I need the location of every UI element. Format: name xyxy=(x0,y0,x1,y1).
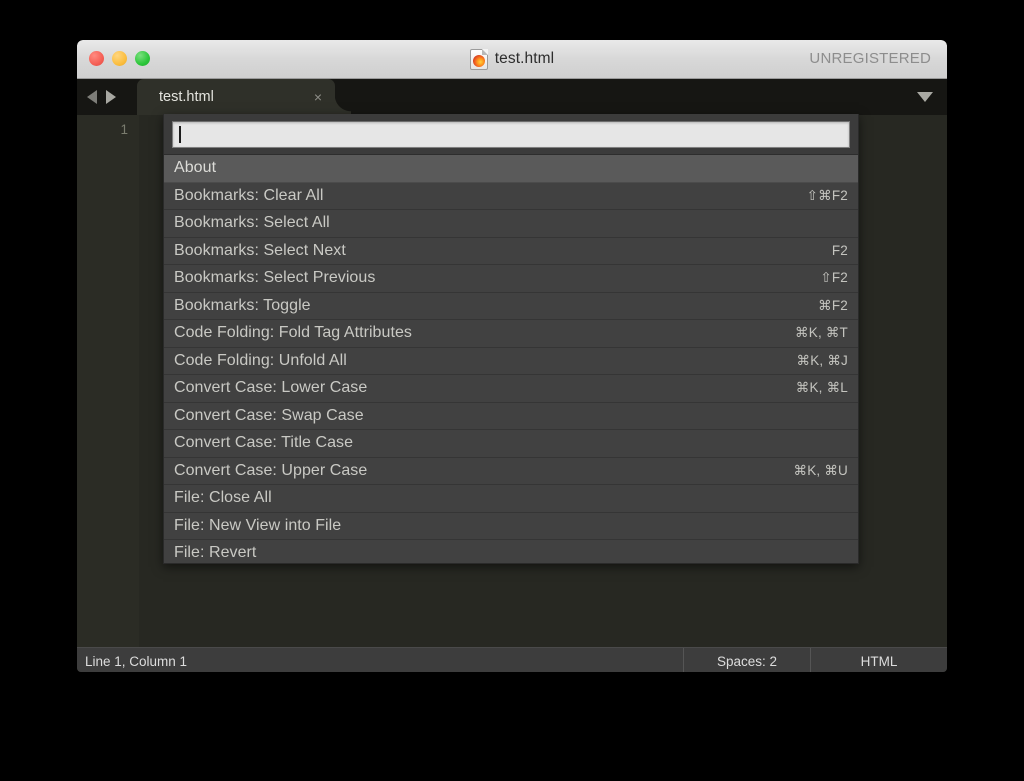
tab-label: test.html xyxy=(159,89,214,105)
status-bar: Line 1, Column 1 Spaces: 2 HTML xyxy=(77,647,947,672)
traffic-light-group xyxy=(89,51,150,66)
command-palette-item-shortcut: ⌘F2 xyxy=(818,297,848,313)
command-palette-item[interactable]: Bookmarks: Select Next F2 xyxy=(164,237,858,265)
triangle-left-icon[interactable] xyxy=(87,90,97,104)
command-palette-item[interactable]: Bookmarks: Select Previous ⇧F2 xyxy=(164,265,858,293)
text-caret xyxy=(179,126,181,143)
command-palette-item[interactable]: File: Close All xyxy=(164,485,858,513)
command-palette-item-label: Bookmarks: Clear All xyxy=(174,186,324,204)
command-palette-item-label: File: Revert xyxy=(174,544,257,562)
command-palette-item-shortcut: ⇧F2 xyxy=(820,270,848,286)
window-titlebar: test.html UNREGISTERED xyxy=(77,40,947,79)
application-window: test.html UNREGISTERED test.html × 1 Abo… xyxy=(77,40,947,672)
command-palette-item[interactable]: File: New View into File xyxy=(164,512,858,540)
command-palette-item-label: File: New View into File xyxy=(174,516,342,534)
command-palette-item-label: Bookmarks: Select Previous xyxy=(174,269,376,287)
command-palette-item[interactable]: File: Revert xyxy=(164,540,858,563)
tab-strip: test.html × xyxy=(137,79,335,115)
tab-bar: test.html × xyxy=(77,79,947,115)
command-palette-item-label: Convert Case: Title Case xyxy=(174,434,354,452)
editor-area[interactable]: 1 About Bookmarks: Clear All ⇧⌘F2 Bookmarks… xyxy=(77,114,947,647)
command-palette: About Bookmarks: Clear All ⇧⌘F2 Bookmarks: … xyxy=(163,114,859,564)
close-window-button[interactable] xyxy=(89,51,104,66)
command-palette-item[interactable]: Bookmarks: Select All xyxy=(164,210,858,238)
command-palette-item[interactable]: About xyxy=(164,155,858,183)
command-palette-item[interactable]: Convert Case: Title Case xyxy=(164,430,858,458)
command-palette-item-shortcut: ⇧⌘F2 xyxy=(806,187,848,203)
firefox-logo-icon xyxy=(472,54,485,67)
tab-test-html[interactable]: test.html × xyxy=(137,79,335,115)
command-palette-item-label: File: Close All xyxy=(174,489,272,507)
command-palette-item-shortcut: ⌘K, ⌘J xyxy=(796,352,848,368)
command-palette-input[interactable] xyxy=(172,121,850,148)
command-palette-item-label: About xyxy=(174,159,217,177)
command-palette-item[interactable]: Bookmarks: Toggle ⌘F2 xyxy=(164,292,858,320)
line-number-gutter: 1 xyxy=(77,115,139,647)
command-palette-item[interactable]: Code Folding: Fold Tag Attributes ⌘K, ⌘T xyxy=(164,320,858,348)
close-icon[interactable]: × xyxy=(307,79,329,115)
command-palette-item-label: Convert Case: Upper Case xyxy=(174,461,368,479)
command-palette-item[interactable]: Convert Case: Swap Case xyxy=(164,402,858,430)
command-palette-item-label: Bookmarks: Select All xyxy=(174,214,330,232)
command-palette-item-label: Convert Case: Swap Case xyxy=(174,406,364,424)
command-palette-item-label: Code Folding: Fold Tag Attributes xyxy=(174,324,412,342)
firefox-document-icon xyxy=(469,48,488,70)
command-palette-item-shortcut: ⌘K, ⌘T xyxy=(795,325,848,341)
command-palette-item[interactable]: Convert Case: Upper Case ⌘K, ⌘U xyxy=(164,457,858,485)
command-palette-input-wrapper xyxy=(164,114,858,154)
command-palette-item-label: Bookmarks: Select Next xyxy=(174,241,346,259)
indentation-setting-button[interactable]: Spaces: 2 xyxy=(683,648,810,672)
command-palette-item[interactable]: Bookmarks: Clear All ⇧⌘F2 xyxy=(164,182,858,210)
minimize-window-button[interactable] xyxy=(112,51,127,66)
triangle-right-icon[interactable] xyxy=(106,90,116,104)
window-title: test.html xyxy=(494,50,555,67)
command-palette-item-label: Convert Case: Lower Case xyxy=(174,379,368,397)
registration-status-label: UNREGISTERED xyxy=(809,50,931,67)
command-palette-item-label: Bookmarks: Toggle xyxy=(174,296,311,314)
command-palette-item[interactable]: Code Folding: Unfold All ⌘K, ⌘J xyxy=(164,347,858,375)
tab-navigation-group xyxy=(87,79,116,115)
chevron-down-icon[interactable] xyxy=(917,92,933,102)
cursor-position-label: Line 1, Column 1 xyxy=(85,653,188,669)
command-palette-item-label: Code Folding: Unfold All xyxy=(174,351,347,369)
command-palette-item[interactable]: Convert Case: Lower Case ⌘K, ⌘L xyxy=(164,375,858,403)
syntax-mode-button[interactable]: HTML xyxy=(810,648,947,672)
command-palette-list: About Bookmarks: Clear All ⇧⌘F2 Bookmarks: … xyxy=(164,154,858,563)
command-palette-item-shortcut: ⌘K, ⌘L xyxy=(795,380,848,396)
line-number: 1 xyxy=(120,122,128,137)
command-palette-item-shortcut: ⌘K, ⌘U xyxy=(793,462,848,478)
command-palette-item-shortcut: F2 xyxy=(831,243,848,259)
maximize-window-button[interactable] xyxy=(135,51,150,66)
